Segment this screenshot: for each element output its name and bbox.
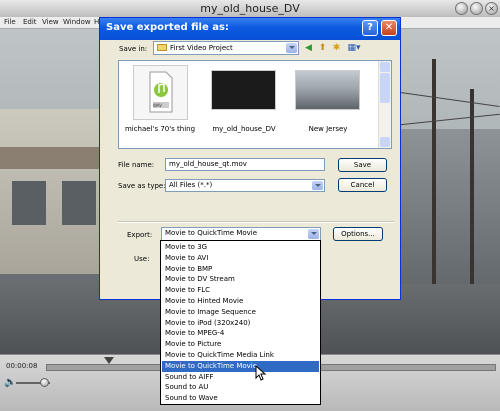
file-name-input[interactable]: my_old_house_qt.mov	[165, 158, 325, 171]
export-option-item[interactable]: Movie to QuickTime Media Link	[162, 350, 319, 361]
file-name: michael's 70's thing	[124, 125, 196, 133]
menu-view[interactable]: View	[42, 18, 59, 26]
zoom-button[interactable]	[470, 2, 483, 15]
export-option-item[interactable]: Sound to AU	[162, 382, 319, 393]
export-option-item[interactable]: Movie to 3G	[162, 242, 319, 253]
export-value: Movie to QuickTime Movie	[165, 229, 258, 237]
playhead-marker[interactable]	[104, 357, 114, 364]
up-folder-icon[interactable]: ⬆	[317, 43, 328, 54]
player-title: my_old_house_DV	[200, 2, 300, 15]
export-option-item[interactable]: Movie to Image Sequence	[162, 307, 319, 318]
save-in-label: Save in:	[119, 45, 148, 53]
options-button[interactable]: Options...	[333, 227, 383, 241]
scroll-up-icon[interactable]	[380, 62, 390, 72]
export-option-item[interactable]: Movie to iPod (320x240)	[162, 318, 319, 329]
file-name: New Jersey	[308, 125, 348, 133]
chevron-down-icon[interactable]	[312, 181, 323, 190]
wav-file-icon: WAV	[133, 65, 188, 120]
video-thumbnail	[211, 70, 276, 110]
export-option-item[interactable]: Movie to AVI	[162, 253, 319, 264]
minimize-button[interactable]	[455, 2, 468, 15]
use-label: Use:	[134, 255, 150, 263]
export-option-item[interactable]: Movie to FLC	[162, 285, 319, 296]
cancel-button[interactable]: Cancel	[338, 178, 387, 192]
file-list[interactable]: WAV michael's 70's thing my_old_house_DV…	[118, 60, 392, 149]
video-thumbnail	[295, 70, 360, 110]
file-list-scrollbar[interactable]	[378, 61, 391, 148]
menu-window[interactable]: Window	[63, 18, 91, 26]
export-option-item[interactable]: Movie to QuickTime Movie	[162, 360, 319, 372]
chevron-down-icon[interactable]	[308, 229, 319, 239]
file-name-value: my_old_house_qt.mov	[169, 160, 247, 168]
close-window-button[interactable]: ×	[485, 2, 498, 15]
volume-knob[interactable]	[40, 378, 49, 387]
dialog-title-bar[interactable]: Save exported file as: ? ✕	[100, 18, 400, 40]
chevron-down-icon[interactable]	[286, 43, 297, 53]
timecode-display: 00:00:08	[6, 362, 38, 370]
export-option-item[interactable]: Movie to Hinted Movie	[162, 296, 319, 307]
close-dialog-button[interactable]: ✕	[381, 20, 397, 36]
save-as-type-dropdown[interactable]: All Files (*.*)	[165, 179, 325, 192]
video-house	[400, 129, 500, 299]
menu-file[interactable]: File	[4, 18, 16, 26]
save-button[interactable]: Save	[338, 158, 387, 172]
new-folder-icon[interactable]: ✱	[331, 43, 342, 54]
export-options-list[interactable]: Movie to 3G Movie to AVI Movie to BMP Movie…	[160, 240, 321, 405]
speaker-icon: 🔈	[4, 377, 17, 388]
export-option-item[interactable]: Movie to Picture	[162, 339, 319, 350]
menu-edit[interactable]: Edit	[23, 18, 37, 26]
save-in-value: First Video Project	[170, 44, 233, 52]
export-dropdown[interactable]: Movie to QuickTime Movie	[161, 227, 321, 241]
dialog-title: Save exported file as:	[106, 22, 229, 33]
mouse-pointer-icon	[255, 365, 267, 381]
views-menu-icon[interactable]: ▦▾	[346, 43, 362, 54]
export-option-item[interactable]: Movie to BMP	[162, 264, 319, 275]
export-label: Export:	[127, 231, 153, 239]
scroll-down-icon[interactable]	[380, 137, 390, 147]
export-option-item[interactable]: Sound to Wave	[162, 393, 319, 404]
export-option-item[interactable]: Sound to AIFF	[162, 372, 319, 383]
folder-icon	[157, 44, 167, 51]
file-badge: WAV	[153, 103, 162, 108]
dialog-divider	[118, 221, 394, 223]
export-option-item[interactable]: Movie to MPEG-4	[162, 328, 319, 339]
export-option-item[interactable]: Movie to DV Stream	[162, 274, 319, 285]
save-as-type-label: Save as type:	[118, 182, 166, 190]
save-as-type-value: All Files (*.*)	[169, 181, 213, 189]
help-button[interactable]: ?	[362, 20, 378, 36]
file-name-label: File name:	[118, 161, 155, 169]
save-in-dropdown[interactable]: First Video Project	[153, 41, 299, 55]
back-icon[interactable]: ◀	[303, 43, 314, 54]
file-name: my_old_house_DV	[212, 125, 276, 133]
scroll-thumb[interactable]	[380, 73, 390, 103]
player-title-bar[interactable]: my_old_house_DV ×	[0, 0, 500, 18]
